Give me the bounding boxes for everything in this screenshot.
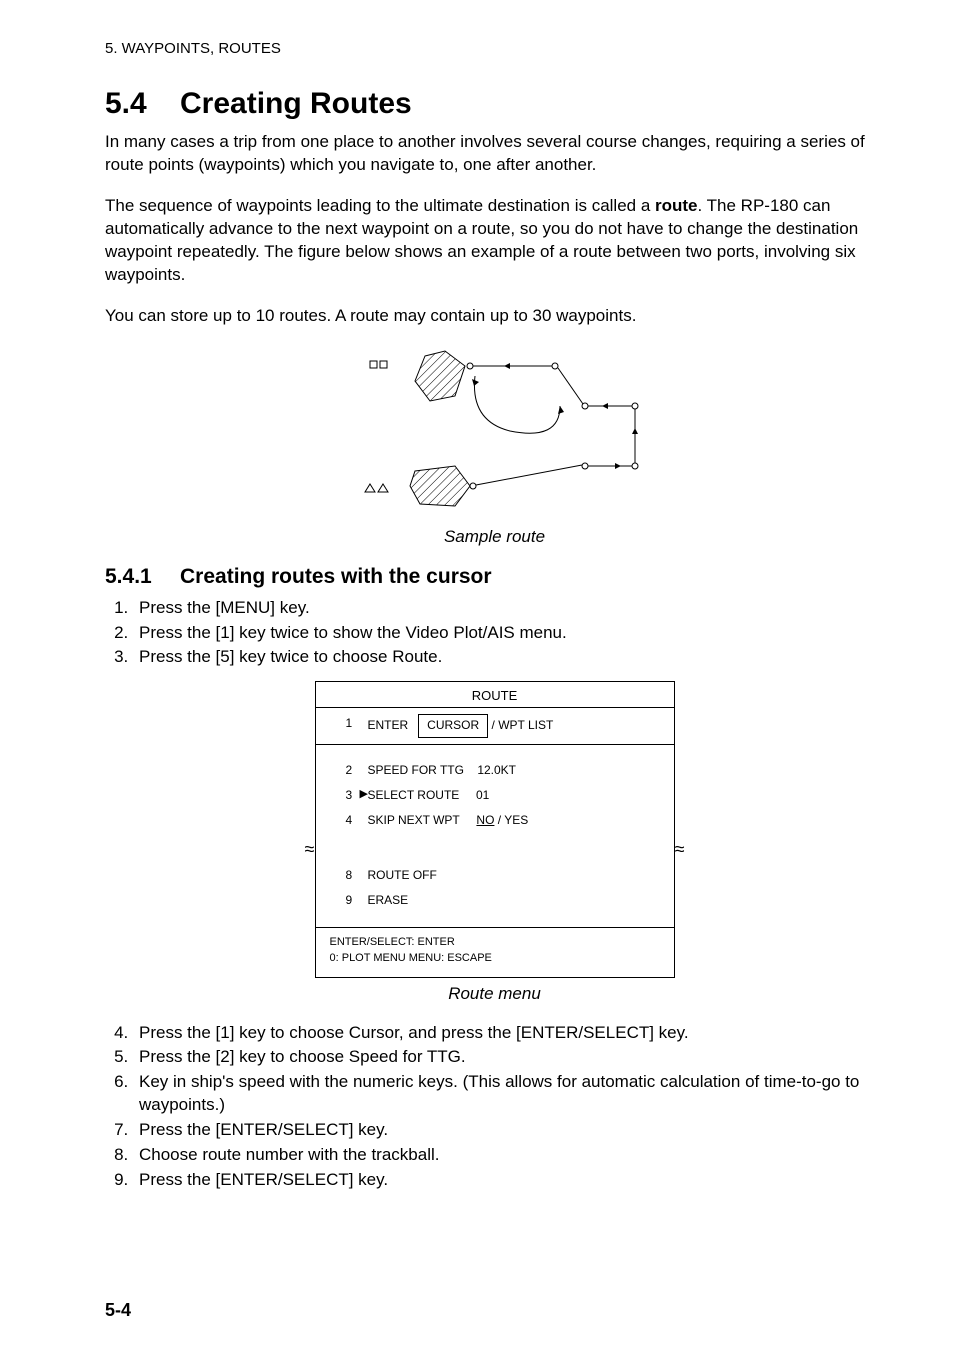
para2-part-a: The sequence of waypoints leading to the… xyxy=(105,196,655,215)
break-mark-right-icon: ≈ xyxy=(675,840,685,858)
menu-item-1-label: ENTER xyxy=(368,718,409,732)
menu-item-1-num: 1 xyxy=(346,714,368,737)
menu-item-4-value: NO xyxy=(476,813,494,827)
menu-pointer-icon: ▶ xyxy=(360,786,368,804)
step-2: Press the [1] key twice to show the Vide… xyxy=(133,622,884,645)
menu-item-4-label: SKIP NEXT WPT xyxy=(368,813,460,827)
menu-item-2-num: 2 xyxy=(346,761,368,780)
section-title: Creating Routes xyxy=(180,87,412,120)
menu-item-1-row: 1 ENTER CURSOR / WPT LIST xyxy=(316,708,674,743)
step-1: Press the [MENU] key. xyxy=(133,597,884,620)
figure-sample-route: Sample route xyxy=(105,346,884,547)
step-8: Choose route number with the trackball. xyxy=(133,1144,884,1167)
menu-item-1-alt: / WPT LIST xyxy=(488,718,553,732)
menu-main-section: 2 SPEED FOR TTG 12.0KT ▶ 3 SELECT ROUTE … xyxy=(316,745,674,927)
menu-item-3-label: SELECT ROUTE xyxy=(368,788,460,802)
menu-footer-line1: ENTER/SELECT: ENTER xyxy=(330,934,660,951)
menu-item-2-value: 12.0KT xyxy=(477,763,516,777)
step-4: Press the [1] key to choose Cursor, and … xyxy=(133,1022,884,1045)
menu-item-9-num: 9 xyxy=(346,891,368,910)
para2-bold: route xyxy=(655,196,698,215)
figure1-caption: Sample route xyxy=(105,527,884,547)
step-7: Press the [ENTER/SELECT] key. xyxy=(133,1119,884,1142)
menu-footer-line2: 0: PLOT MENU MENU: ESCAPE xyxy=(330,950,660,967)
subsection-heading: 5.4.1Creating routes with the cursor xyxy=(105,565,884,589)
figure-route-menu: ROUTE 1 ENTER CURSOR / WPT LIST 2 SPEED F… xyxy=(105,681,884,1003)
subsection-number: 5.4.1 xyxy=(105,565,180,589)
menu-item-2-label: SPEED FOR TTG xyxy=(368,763,464,777)
menu-title: ROUTE xyxy=(316,682,674,707)
subsection-title: Creating routes with the cursor xyxy=(180,565,492,588)
break-mark-left-icon: ≈ xyxy=(305,840,315,858)
menu-item-8-label: ROUTE OFF xyxy=(368,866,660,885)
section-heading: 5.4Creating Routes xyxy=(105,87,884,121)
step-3: Press the [5] key twice to choose Route. xyxy=(133,646,884,669)
menu-item-8-num: 8 xyxy=(346,866,368,885)
menu-item-1-value: CURSOR xyxy=(418,714,488,737)
menu-item-3-value: 01 xyxy=(476,788,489,802)
section-number: 5.4 xyxy=(105,87,180,121)
steps-list-a: Press the [MENU] key. Press the [1] key … xyxy=(105,597,884,670)
running-header: 5. WAYPOINTS, ROUTES xyxy=(105,40,884,57)
figure2-caption: Route menu xyxy=(105,984,884,1004)
menu-item-9-label: ERASE xyxy=(368,891,660,910)
menu-box: ROUTE 1 ENTER CURSOR / WPT LIST 2 SPEED F… xyxy=(315,681,675,977)
paragraph-1: In many cases a trip from one place to a… xyxy=(105,131,884,177)
step-6: Key in ship's speed with the numeric key… xyxy=(133,1071,884,1117)
menu-footer: ENTER/SELECT: ENTER 0: PLOT MENU MENU: E… xyxy=(316,928,674,977)
paragraph-3: You can store up to 10 routes. A route m… xyxy=(105,305,884,328)
menu-item-4-num: 4 xyxy=(346,811,368,830)
steps-list-b: Press the [1] key to choose Cursor, and … xyxy=(105,1022,884,1193)
step-9: Press the [ENTER/SELECT] key. xyxy=(133,1169,884,1192)
paragraph-2: The sequence of waypoints leading to the… xyxy=(105,195,884,287)
menu-item-4-alt: / YES xyxy=(494,813,528,827)
step-5: Press the [2] key to choose Speed for TT… xyxy=(133,1046,884,1069)
sample-route-svg xyxy=(315,346,675,516)
page-number: 5-4 xyxy=(105,1300,131,1321)
